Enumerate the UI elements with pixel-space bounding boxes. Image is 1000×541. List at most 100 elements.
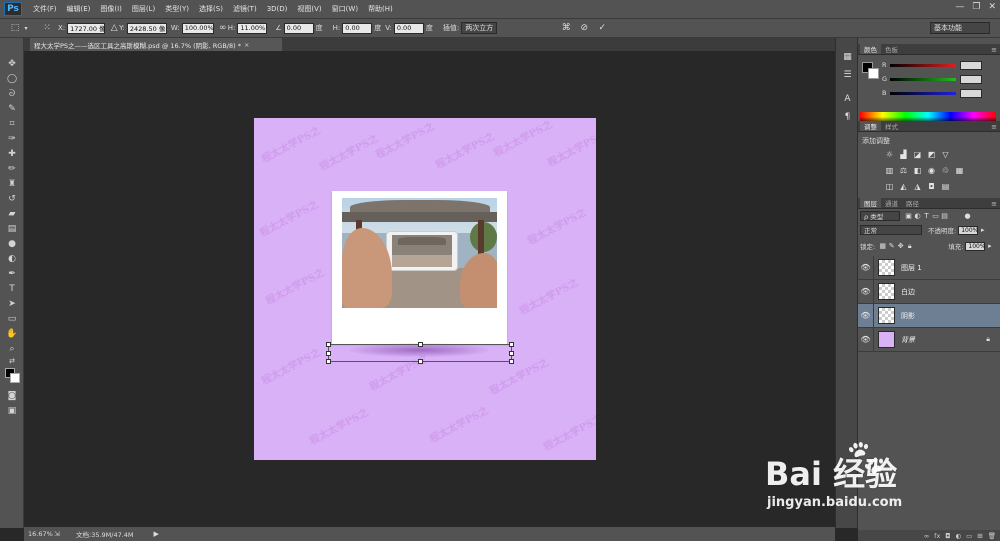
free-transform-box[interactable] <box>326 342 514 364</box>
layer-row[interactable]: 👁︎ 白边 <box>858 279 1000 304</box>
transform-handle-bc[interactable] <box>418 359 423 364</box>
w-input[interactable]: 100.00% <box>181 22 214 34</box>
menu-window[interactable]: 窗口(W) <box>327 4 363 14</box>
color-balance-icon[interactable]: ⚖ <box>898 165 909 176</box>
status-menu-arrow-icon[interactable]: ▶ <box>154 530 159 538</box>
color-lookup-icon[interactable]: ▦ <box>954 165 965 176</box>
selective-color-icon[interactable]: ◘ <box>926 181 937 192</box>
channel-mixer-icon[interactable]: ♲ <box>940 165 951 176</box>
menu-edit[interactable]: 编辑(E) <box>62 4 96 14</box>
layer-filter-select[interactable]: ρ 类型 <box>860 211 900 221</box>
close-tab-icon[interactable]: × <box>244 41 249 49</box>
filter-pixel-icon[interactable]: ▣ <box>904 212 913 221</box>
link-layers-icon[interactable]: ∞ <box>924 532 929 540</box>
background-color-swatch[interactable] <box>10 373 20 383</box>
brightness-icon[interactable]: ☼ <box>884 149 895 160</box>
tab-color[interactable]: 颜色 <box>860 44 881 54</box>
screen-mode-icon[interactable]: ▣ <box>0 403 24 418</box>
filter-toggle-icon[interactable]: ● <box>963 212 972 221</box>
green-slider[interactable] <box>890 77 956 81</box>
color-swatches[interactable] <box>0 366 24 388</box>
h-input[interactable]: 11.00% <box>237 22 268 34</box>
zoom-level[interactable]: 16.67% <box>28 530 54 538</box>
restore-button[interactable]: ❐ <box>972 2 980 12</box>
y-input[interactable]: 2428.50 像 <box>126 22 167 34</box>
vibrance-icon[interactable]: ▽ <box>940 149 951 160</box>
adjustment-layer-icon[interactable]: ◐ <box>955 532 961 540</box>
fill-input[interactable]: 100% <box>965 241 986 251</box>
menu-type[interactable]: 类型(Y) <box>160 4 194 14</box>
transform-handle-ml[interactable] <box>326 351 331 356</box>
opacity-input[interactable]: 100% <box>958 225 978 235</box>
menu-file[interactable]: 文件(F) <box>28 4 62 14</box>
type-tool-icon[interactable]: T <box>0 281 24 296</box>
rectangle-tool-icon[interactable]: ▭ <box>0 311 24 326</box>
red-slider[interactable] <box>890 63 956 67</box>
tool-preset-icon[interactable]: ⬚ <box>8 21 22 35</box>
visibility-eye-icon[interactable]: 👁︎ <box>858 327 874 352</box>
dropdown-arrow-icon[interactable]: ▾ <box>22 21 30 35</box>
transform-handle-mr[interactable] <box>509 351 514 356</box>
posterize-icon[interactable]: ◭ <box>898 181 909 192</box>
healing-brush-tool-icon[interactable]: ✚ <box>0 146 24 161</box>
transform-handle-bl[interactable] <box>326 359 331 364</box>
blue-slider[interactable] <box>890 91 956 95</box>
menu-view[interactable]: 视图(V) <box>292 4 326 14</box>
panel-menu-icon[interactable]: ≡ <box>991 200 997 208</box>
opacity-arrow-icon[interactable]: ▸ <box>978 226 987 235</box>
tab-layers[interactable]: 图层 <box>860 198 881 208</box>
layer-row[interactable]: 👁︎ 背景 🔒︎ <box>858 327 1000 352</box>
export-icon[interactable]: ⇲ <box>54 530 68 538</box>
green-value-input[interactable] <box>960 74 982 84</box>
invert-icon[interactable]: ◫ <box>884 181 895 192</box>
vskew-input[interactable]: 0.00 <box>393 22 424 34</box>
tab-adjustments[interactable]: 调整 <box>860 121 881 131</box>
filter-type-icon[interactable]: T <box>922 212 931 221</box>
filter-smart-icon[interactable]: ▤ <box>940 212 949 221</box>
transform-handle-br[interactable] <box>509 359 514 364</box>
group-icon[interactable]: ▭ <box>966 532 972 540</box>
color-panel-background[interactable] <box>868 68 879 79</box>
visibility-eye-icon[interactable]: 👁︎ <box>858 303 874 328</box>
menu-3d[interactable]: 3D(D) <box>262 5 293 13</box>
panel-menu-icon[interactable]: ≡ <box>991 123 997 131</box>
transform-handle-tc[interactable] <box>418 342 423 347</box>
tab-swatches[interactable]: 色板 <box>881 44 902 54</box>
lasso-tool-icon[interactable]: ᘐ <box>0 86 24 101</box>
curves-icon[interactable]: ◪ <box>912 149 923 160</box>
lock-all-icon[interactable]: 🔒︎ <box>905 242 914 251</box>
gradient-tool-icon[interactable]: ▤ <box>0 221 24 236</box>
new-layer-icon[interactable]: ⊞ <box>977 532 982 540</box>
clone-stamp-tool-icon[interactable]: ♜ <box>0 176 24 191</box>
tab-channels[interactable]: 通道 <box>881 198 902 208</box>
crop-tool-icon[interactable]: ⌗ <box>0 116 24 131</box>
close-button[interactable]: ✕ <box>988 2 996 12</box>
visibility-eye-icon[interactable]: 👁︎ <box>858 279 874 304</box>
menu-image[interactable]: 图像(I) <box>95 4 127 14</box>
zoom-tool-icon[interactable]: ⌕ <box>0 341 24 356</box>
black-white-icon[interactable]: ◧ <box>912 165 923 176</box>
gradient-map-icon[interactable]: ▤ <box>940 181 951 192</box>
pen-tool-icon[interactable]: ✒ <box>0 266 24 281</box>
dodge-tool-icon[interactable]: ◐ <box>0 251 24 266</box>
blend-mode-select[interactable]: 正常 <box>860 225 922 235</box>
panel-menu-icon[interactable]: ≡ <box>991 46 997 54</box>
threshold-icon[interactable]: ◮ <box>912 181 923 192</box>
hand-tool-icon[interactable]: ✋ <box>0 326 24 341</box>
document-canvas[interactable]: 程太太学PS之 程太太学PS之 程太太学PS之 程太太学PS之 程太太学PS之 … <box>254 118 596 460</box>
quick-mask-icon[interactable]: ◙ <box>0 388 24 403</box>
move-tool-icon[interactable]: ✥ <box>0 56 24 71</box>
layer-mask-icon[interactable]: ◘ <box>945 532 950 540</box>
history-brush-tool-icon[interactable]: ↺ <box>0 191 24 206</box>
hue-saturation-icon[interactable]: ▥ <box>884 165 895 176</box>
layer-style-icon[interactable]: fx <box>934 532 940 540</box>
layer-row-selected[interactable]: 👁︎ 阴影 <box>858 303 1000 328</box>
transform-handle-tr[interactable] <box>509 342 514 347</box>
exposure-icon[interactable]: ◩ <box>926 149 937 160</box>
eraser-tool-icon[interactable]: ▰ <box>0 206 24 221</box>
menu-select[interactable]: 选择(S) <box>194 4 228 14</box>
lock-position-icon[interactable]: ✥ <box>896 242 905 251</box>
commit-transform-icon[interactable]: ✓ <box>595 21 609 35</box>
paragraph-panel-icon[interactable]: ¶ <box>836 108 859 126</box>
transform-handle-tl[interactable] <box>326 342 331 347</box>
